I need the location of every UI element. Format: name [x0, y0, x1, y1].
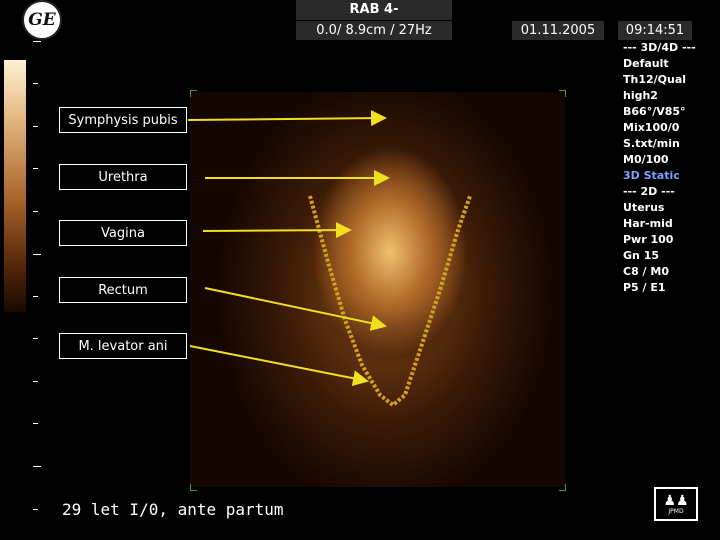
param-line: B66°/V85°: [623, 105, 686, 118]
params-2d-panel: --- 2D --- Uterus Har-mid Pwr 100 Gn 15 …: [623, 184, 675, 296]
param-line: Pwr 100: [623, 233, 674, 246]
param-line: --- 2D ---: [623, 185, 675, 198]
label-rectum: Rectum: [59, 277, 187, 303]
arrow-symphysis: [187, 110, 387, 127]
param-line: C8 / M0: [623, 265, 670, 278]
param-line: --- 3D/4D ---: [623, 41, 696, 54]
param-line: P5 / E1: [623, 281, 666, 294]
arrow-rectum: [204, 287, 387, 331]
param-line: Th12/Qual high2: [623, 73, 687, 102]
param-line: Default: [623, 57, 669, 70]
annotation-overlay: [187, 110, 472, 408]
patient-caption: 29 let I/0, ante partum: [62, 500, 284, 519]
param-line: Gn 15: [623, 249, 659, 262]
param-line: Mix100/0: [623, 121, 680, 134]
arrow-levator: [189, 345, 369, 387]
params-3d-panel: --- 3D/4D --- Default Th12/Qual high2 B6…: [623, 40, 720, 184]
param-line: S.txt/min: [623, 137, 680, 150]
label-levator-ani: M. levator ani: [59, 333, 187, 359]
mode-3d-static[interactable]: 3D Static: [623, 168, 720, 184]
label-vagina: Vagina: [59, 220, 187, 246]
jpmd-logo: ♟♟ JPMD: [654, 487, 698, 521]
label-symphysis-pubis: Symphysis pubis: [59, 107, 187, 133]
param-line: Har-mid: [623, 217, 673, 230]
jpmd-figure-icon: ♟♟: [663, 492, 689, 509]
param-line: Uterus: [623, 201, 665, 214]
param-line: M0/100: [623, 153, 669, 166]
label-urethra: Urethra: [59, 164, 187, 190]
arrow-vagina: [202, 222, 352, 239]
